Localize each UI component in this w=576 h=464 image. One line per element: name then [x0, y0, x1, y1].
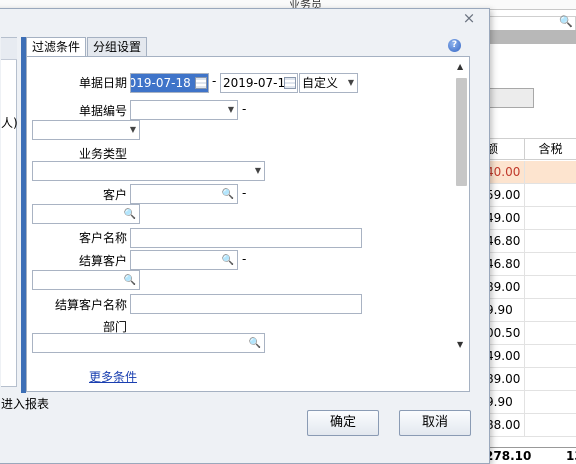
amount-cell: 59.00	[486, 188, 521, 202]
settle-customer-name-field[interactable]	[130, 294, 362, 314]
left-panel-header	[1, 38, 17, 60]
biz-type-select[interactable]: ▼	[32, 161, 265, 181]
tax-cell	[524, 345, 576, 367]
search-icon: 🔍	[559, 15, 573, 28]
date-range-select[interactable]: 自定义 ▼	[299, 73, 358, 93]
tax-cell	[524, 368, 576, 390]
filter-dialog: × 人) 过滤条件 分组设置 ? 单据日期 2019-07-18 - 2019-…	[0, 8, 490, 464]
chevron-down-icon: ▼	[129, 125, 136, 134]
customer-to-field[interactable]: 🔍	[32, 204, 140, 224]
amount-cell: 49.00	[486, 211, 521, 225]
amount-cell: 89.00	[486, 372, 521, 386]
customer-from-field[interactable]: 🔍	[130, 184, 238, 204]
more-conditions-link[interactable]: 更多条件	[89, 368, 137, 385]
date-range-value: 自定义	[302, 76, 339, 90]
search-icon[interactable]: 🔍	[124, 272, 136, 289]
report-rows: 40.00 59.00 49.00 46.80 46.80 89.00 9.90 00.50 4…	[484, 161, 576, 437]
customer-dash: -	[242, 186, 247, 200]
report-filter-field[interactable]	[484, 88, 534, 108]
table-row[interactable]: 9.90	[484, 299, 576, 322]
settle-customer-name-label: 结算客户名称	[55, 298, 128, 312]
total-tax: 13	[566, 449, 576, 463]
table-row[interactable]: 00.50	[484, 322, 576, 345]
chevron-down-icon: ▼	[227, 105, 234, 114]
table-row[interactable]: 49.00	[484, 345, 576, 368]
calendar-icon[interactable]	[284, 77, 296, 89]
table-row[interactable]: 89.00	[484, 368, 576, 391]
scroll-up-icon[interactable]: ▲	[457, 62, 463, 71]
dept-field[interactable]: 🔍	[32, 333, 265, 353]
table-row[interactable]: 40.00	[484, 161, 576, 184]
doc-date-from-field[interactable]: 2019-07-18	[130, 73, 209, 93]
customer-label: 客户	[103, 188, 128, 202]
tax-cell	[524, 184, 576, 206]
search-icon[interactable]: 🔍	[222, 186, 234, 203]
amount-cell: 46.80	[486, 257, 521, 271]
amount-cell: 00.50	[486, 326, 521, 340]
chevron-down-icon: ▼	[347, 78, 354, 87]
table-row[interactable]: 9.90	[484, 391, 576, 414]
amount-cell: 46.80	[486, 234, 521, 248]
tax-cell	[524, 230, 576, 252]
settle-customer-dash: -	[242, 252, 247, 266]
doc-date-from-value: 2019-07-18	[131, 76, 191, 90]
table-row[interactable]: 46.80	[484, 253, 576, 276]
amount-cell: 89.00	[486, 280, 521, 294]
doc-no-dash: -	[242, 102, 247, 116]
doc-date-to-field[interactable]: 2019-07-18	[220, 73, 298, 93]
table-row[interactable]: 59.00	[484, 184, 576, 207]
tax-cell	[524, 299, 576, 321]
doc-date-label: 单据日期	[79, 76, 128, 90]
ok-button[interactable]: 确定	[307, 410, 379, 436]
filter-panel: 单据日期 2019-07-18 - 2019-07-18 自定义 ▼ 单据编号 …	[26, 56, 470, 392]
amount-cell: 40.00	[486, 165, 521, 179]
doc-date-to-value: 2019-07-18	[223, 76, 293, 90]
tax-cell	[524, 207, 576, 229]
doc-no-to-select[interactable]: ▼	[32, 120, 140, 140]
tax-cell	[524, 161, 576, 183]
tab-filter-conditions[interactable]: 过滤条件	[26, 37, 87, 57]
table-row[interactable]: 49.00	[484, 207, 576, 230]
left-panel: 人)	[1, 37, 18, 387]
table-row[interactable]: 89.00	[484, 276, 576, 299]
tax-cell	[524, 391, 576, 413]
question-icon[interactable]: ?	[448, 39, 461, 52]
report-group-bar	[484, 30, 576, 44]
tax-column-header[interactable]: 含税	[524, 138, 576, 160]
left-panel-label: 人)	[1, 116, 18, 130]
settle-customer-to-field[interactable]: 🔍	[32, 270, 140, 290]
filter-panel-scrollbar[interactable]: ▲ ▼	[454, 62, 468, 354]
scroll-down-icon[interactable]: ▼	[457, 340, 463, 349]
tax-cell	[524, 414, 576, 436]
amount-cell: 88.00	[486, 418, 521, 432]
tax-cell	[524, 253, 576, 275]
table-row[interactable]: 88.00	[484, 414, 576, 437]
amount-cell: 9.90	[486, 303, 513, 317]
amount-column-header[interactable]: 额	[484, 138, 524, 160]
settle-customer-label: 结算客户	[79, 254, 128, 268]
tab-group-settings[interactable]: 分组设置	[87, 37, 148, 56]
customer-name-label: 客户名称	[79, 231, 128, 245]
amount-cell: 9.90	[486, 395, 513, 409]
doc-no-label: 单据编号	[79, 104, 128, 118]
search-icon[interactable]: 🔍	[124, 206, 136, 223]
scroll-thumb[interactable]	[456, 78, 467, 186]
org-search-icon[interactable]: 🔍	[249, 335, 261, 352]
table-row[interactable]: 46.80	[484, 230, 576, 253]
tax-cell	[524, 276, 576, 298]
chevron-down-icon: ▼	[254, 166, 261, 175]
tax-cell	[524, 322, 576, 344]
biz-type-label: 业务类型	[79, 147, 128, 161]
date-range-dash: -	[212, 74, 217, 88]
close-icon[interactable]: ×	[461, 11, 477, 27]
search-icon[interactable]: 🔍	[222, 252, 234, 269]
amount-cell: 49.00	[486, 349, 521, 363]
settle-customer-from-field[interactable]: 🔍	[130, 250, 238, 270]
cancel-button[interactable]: 取消	[399, 410, 471, 436]
dialog-tabs: 过滤条件 分组设置	[26, 37, 148, 57]
calendar-icon[interactable]	[195, 77, 207, 89]
customer-name-field[interactable]	[130, 228, 362, 248]
enter-report-label: 进入报表	[1, 397, 50, 411]
doc-no-from-select[interactable]: ▼	[130, 100, 238, 120]
